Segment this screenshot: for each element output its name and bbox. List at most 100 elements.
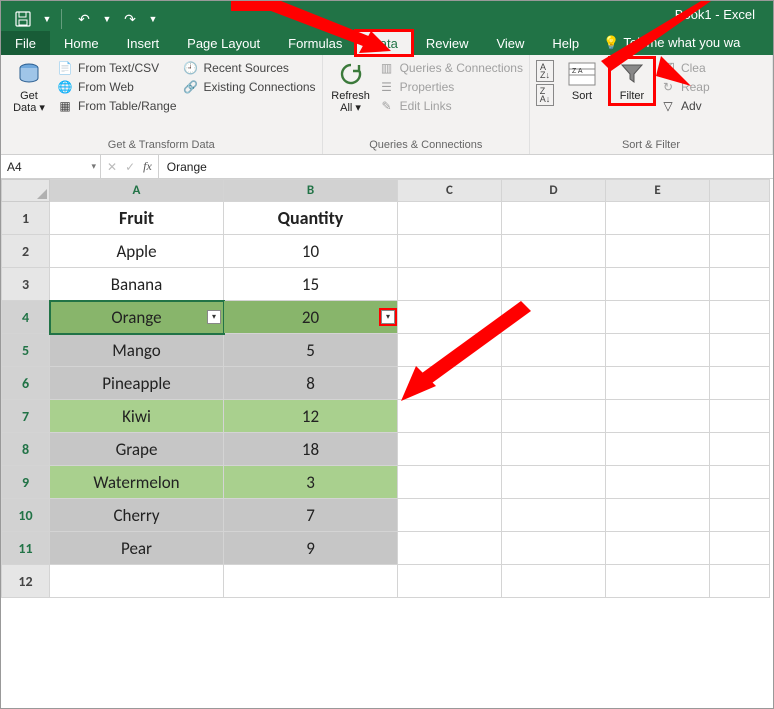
row-header-12[interactable]: 12 — [2, 565, 50, 598]
cell-A8[interactable]: Grape — [50, 433, 224, 466]
row-header-4[interactable]: 4 — [2, 301, 50, 334]
col-header-C[interactable]: C — [398, 180, 502, 202]
row-header-7[interactable]: 7 — [2, 400, 50, 433]
filter-icon — [618, 60, 646, 88]
filter-dropdown-A4[interactable]: ▾ — [207, 310, 221, 324]
row-header-8[interactable]: 8 — [2, 433, 50, 466]
clear-icon: ⌧ — [660, 60, 676, 76]
formula-input[interactable]: Orange — [159, 155, 773, 178]
get-data-icon — [15, 60, 43, 88]
cell-B8[interactable]: 18 — [224, 433, 398, 466]
tab-formulas[interactable]: Formulas — [274, 31, 356, 55]
undo-dropdown[interactable]: ▼ — [102, 7, 112, 31]
filter-button[interactable]: Filter — [610, 58, 654, 104]
group-label-get-transform: Get & Transform Data — [7, 138, 316, 152]
tell-me-search[interactable]: 💡Tell me what you wa — [593, 31, 750, 55]
formula-buttons: ✕ ✓ fx — [101, 155, 159, 178]
undo-button[interactable]: ↶ — [70, 7, 98, 31]
queries-connections-button[interactable]: ▥Queries & Connections — [379, 60, 523, 76]
tab-file[interactable]: File — [1, 31, 50, 55]
sort-button[interactable]: Z A Sort — [560, 58, 604, 104]
recent-icon: 🕘 — [183, 60, 199, 76]
cell-A5[interactable]: Mango — [50, 334, 224, 367]
existing-connections-button[interactable]: 🔗Existing Connections — [183, 79, 316, 95]
cell-B7[interactable]: 12 — [224, 400, 398, 433]
advanced-filter-button[interactable]: ▽Adv — [660, 98, 710, 114]
filter-dropdown-B4[interactable]: ▾ — [381, 310, 395, 324]
row-header-6[interactable]: 6 — [2, 367, 50, 400]
recent-sources-button[interactable]: 🕘Recent Sources — [183, 60, 316, 76]
edit-links-icon: ✎ — [379, 98, 395, 114]
cell-B12[interactable] — [224, 565, 398, 598]
col-header-D[interactable]: D — [502, 180, 606, 202]
cell-A2[interactable]: Apple — [50, 235, 224, 268]
col-header-A[interactable]: A — [50, 180, 224, 202]
cell-B11[interactable]: 9 — [224, 532, 398, 565]
reapply-button: ↻Reap — [660, 79, 710, 95]
from-text-csv-button[interactable]: 📄From Text/CSV — [57, 60, 177, 76]
save-button[interactable] — [9, 7, 37, 31]
name-box[interactable]: A4 — [1, 155, 101, 178]
sort-icon: Z A — [568, 60, 596, 88]
cell-B10[interactable]: 7 — [224, 499, 398, 532]
select-all-corner[interactable] — [2, 180, 50, 202]
cell-A1[interactable]: Fruit — [50, 202, 224, 235]
cell-A6[interactable]: Pineapple — [50, 367, 224, 400]
cell-A10[interactable]: Cherry — [50, 499, 224, 532]
cell-D1[interactable] — [502, 202, 606, 235]
col-header-E[interactable]: E — [606, 180, 710, 202]
row-header-1[interactable]: 1 — [2, 202, 50, 235]
from-web-button[interactable]: 🌐From Web — [57, 79, 177, 95]
cell-B6[interactable]: 8 — [224, 367, 398, 400]
get-data-button[interactable]: Get Data ▾ — [7, 58, 51, 116]
cell-C1[interactable] — [398, 202, 502, 235]
tab-page-layout[interactable]: Page Layout — [173, 31, 274, 55]
row-header-10[interactable]: 10 — [2, 499, 50, 532]
tab-help[interactable]: Help — [538, 31, 593, 55]
cell-B4[interactable]: 20▾ — [224, 301, 398, 334]
row-header-5[interactable]: 5 — [2, 334, 50, 367]
cell-B9[interactable]: 3 — [224, 466, 398, 499]
cancel-icon[interactable]: ✕ — [107, 160, 117, 174]
refresh-all-button[interactable]: Refresh All ▾ — [329, 58, 373, 116]
properties-button: ☰Properties — [379, 79, 523, 95]
group-label-queries: Queries & Connections — [329, 138, 523, 152]
fx-icon[interactable]: fx — [143, 159, 152, 174]
row-header-2[interactable]: 2 — [2, 235, 50, 268]
row-header-9[interactable]: 9 — [2, 466, 50, 499]
cell-A9[interactable]: Watermelon — [50, 466, 224, 499]
cell-A3[interactable]: Banana — [50, 268, 224, 301]
sort-asc-button[interactable]: AZ↓ — [536, 60, 554, 82]
formula-bar: A4 ✕ ✓ fx Orange — [1, 155, 773, 179]
cell-A7[interactable]: Kiwi — [50, 400, 224, 433]
enter-icon[interactable]: ✓ — [125, 160, 135, 174]
col-header-B[interactable]: B — [224, 180, 398, 202]
row-header-11[interactable]: 11 — [2, 532, 50, 565]
row-header-3[interactable]: 3 — [2, 268, 50, 301]
cell-B1[interactable]: Quantity — [224, 202, 398, 235]
tab-review[interactable]: Review — [412, 31, 483, 55]
cell-A4[interactable]: Orange▾ — [50, 301, 224, 334]
spreadsheet-grid[interactable]: A B C D E 1 Fruit Quantity 2 Apple 10 3 … — [1, 179, 773, 598]
tab-view[interactable]: View — [482, 31, 538, 55]
cell-B5[interactable]: 5 — [224, 334, 398, 367]
redo-dropdown[interactable]: ▼ — [148, 7, 158, 31]
cell-A12[interactable] — [50, 565, 224, 598]
redo-button[interactable]: ↷ — [116, 7, 144, 31]
properties-icon: ☰ — [379, 79, 395, 95]
sort-desc-button[interactable]: ZA↓ — [536, 84, 554, 106]
sort-desc-icon: ZA↓ — [536, 84, 554, 106]
cell-A11[interactable]: Pear — [50, 532, 224, 565]
tab-home[interactable]: Home — [50, 31, 113, 55]
bulb-icon: 💡 — [603, 35, 619, 50]
group-sort-filter: AZ↓ ZA↓ Z A Sort Filter ⌧Clea ↻Reap ▽Adv — [530, 55, 773, 154]
cell-B2[interactable]: 10 — [224, 235, 398, 268]
from-table-button[interactable]: ▦From Table/Range — [57, 98, 177, 114]
cell-E1[interactable] — [606, 202, 710, 235]
col-header-extra[interactable] — [710, 180, 770, 202]
group-queries: Refresh All ▾ ▥Queries & Connections ☰Pr… — [323, 55, 530, 154]
cell-B3[interactable]: 15 — [224, 268, 398, 301]
tab-insert[interactable]: Insert — [113, 31, 174, 55]
qat-dropdown[interactable]: ▼ — [41, 7, 53, 31]
tab-data[interactable]: Data — [356, 31, 411, 55]
